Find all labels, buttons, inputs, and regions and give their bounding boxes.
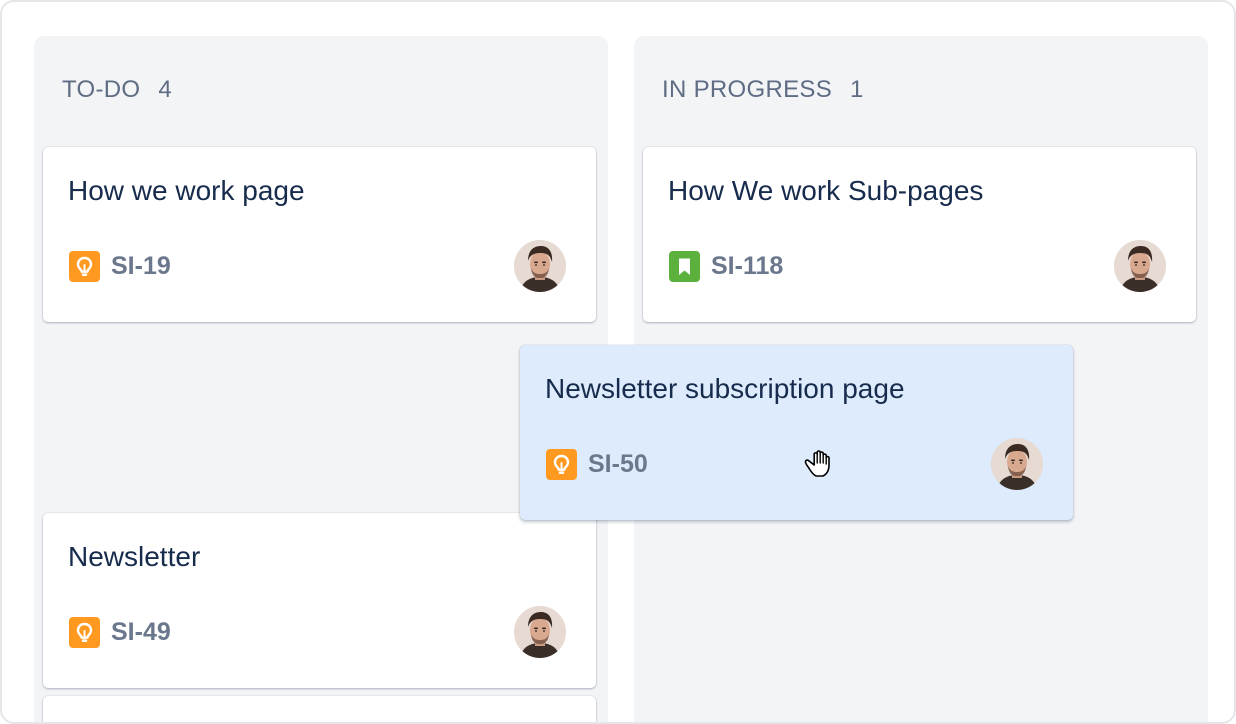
column-count: 1 [850,76,864,103]
card-title: Newsletter [68,541,201,572]
dragging-issue-card[interactable]: Newsletter subscription page SI-50 [520,345,1073,520]
avatar[interactable] [514,606,566,658]
lightbulb-icon [546,449,577,480]
issue-key[interactable]: SI-49 [111,618,171,647]
column-header: IN PROGRESS 1 [662,76,864,104]
issue-card[interactable]: How We work Sub-pages SI-118 [643,147,1196,322]
column-title: TO-DO [62,76,141,103]
card-title: Newsletter subscription page [545,373,905,404]
issue-key[interactable]: SI-118 [711,252,783,281]
card-title: How we work page [68,175,305,206]
card-key-row: SI-49 [69,617,171,648]
card-key-row: SI-19 [69,251,171,282]
issue-key[interactable]: SI-19 [111,252,171,281]
avatar[interactable] [991,438,1043,490]
grab-hand-icon [802,446,834,480]
lightbulb-icon [69,617,100,648]
column-header: TO-DO 4 [62,76,172,104]
issue-card[interactable]: How we work page SI-19 [43,147,596,322]
card-key-row: SI-50 [546,449,648,480]
avatar[interactable] [1114,240,1166,292]
card-key-row: SI-118 [669,251,783,282]
issue-key[interactable]: SI-50 [588,450,648,479]
bookmark-icon [669,251,700,282]
column-count: 4 [158,76,173,103]
avatar[interactable] [514,240,566,292]
lightbulb-icon [69,251,100,282]
card-title: How We work Sub-pages [668,175,984,206]
board: TO-DO 4 IN PROGRESS 1 How we work page S… [0,0,1236,724]
column-title: IN PROGRESS [662,76,832,103]
issue-card-partial[interactable] [43,696,596,722]
issue-card[interactable]: Newsletter SI-49 [43,513,596,688]
